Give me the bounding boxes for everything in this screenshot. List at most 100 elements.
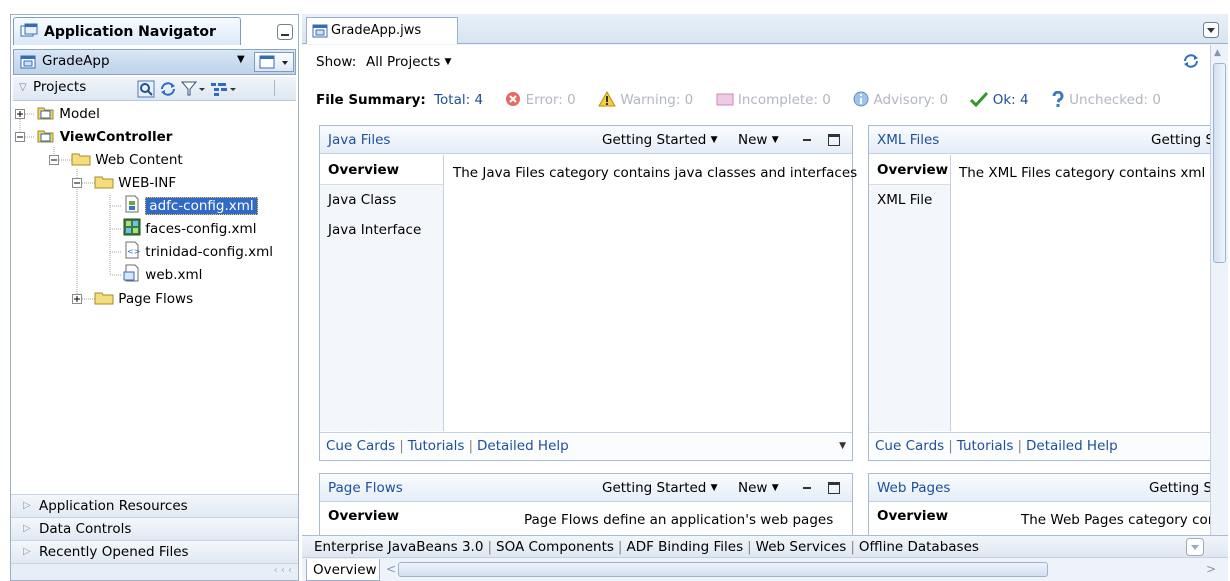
vertical-scrollbar[interactable]: ▲	[1210, 45, 1228, 535]
tree-item-adfc-config[interactable]: adfc-config.xml	[123, 195, 258, 217]
menu-label: New	[738, 132, 768, 148]
navigator-tab[interactable]: Application Navigator	[13, 17, 241, 45]
scroll-left-icon[interactable]: <	[386, 562, 396, 576]
tree-item-web-content[interactable]: Web Content	[71, 149, 183, 171]
tab-overview[interactable]: Overview	[306, 559, 380, 581]
minimize-icon[interactable]	[277, 24, 293, 40]
tutorials-link[interactable]: Tutorials	[957, 438, 1014, 454]
tabs-dropdown-icon[interactable]	[1186, 538, 1204, 556]
detailed-help-link[interactable]: Detailed Help	[1026, 438, 1118, 454]
new-menu[interactable]: New ▼	[738, 126, 779, 154]
summary-warning[interactable]: Warning: 0	[620, 92, 693, 108]
minimize-panel-icon[interactable]	[803, 487, 811, 489]
find-icon[interactable]	[137, 80, 155, 98]
cue-cards-link[interactable]: Cue Cards	[875, 438, 944, 454]
cue-cards-link[interactable]: Cue Cards	[326, 438, 395, 454]
horizontal-scroll-thumb[interactable]	[398, 562, 1048, 577]
application-menu-button[interactable]	[254, 52, 294, 72]
tree-label: adfc-config.xml	[145, 197, 258, 215]
navigator-header: Application Navigator	[11, 15, 298, 47]
collapse-projects-icon[interactable]: ▽	[19, 82, 27, 93]
panel-title: Page Flows	[328, 480, 403, 496]
getting-started-menu[interactable]: Getting S	[1151, 126, 1214, 154]
scroll-thumb[interactable]	[1213, 63, 1226, 263]
category-java-class[interactable]: Java Class	[320, 185, 443, 215]
tree-item-web-xml[interactable]: web.xml	[123, 264, 202, 286]
detailed-help-link[interactable]: Detailed Help	[477, 438, 569, 454]
category-tabs: Enterprise JavaBeans 3.0 | SOA Components |…	[302, 535, 1228, 557]
tree-item-page-flows[interactable]: Page Flows	[94, 288, 193, 310]
java-files-panel: Java Files Getting Started ▼ New ▼ Overv…	[319, 125, 857, 461]
ok-icon	[970, 91, 989, 108]
panel-title: Web Pages	[877, 480, 951, 496]
show-value: All Projects	[366, 54, 441, 70]
tree-item-faces-config[interactable]: faces-config.xml	[123, 218, 256, 240]
tutorials-link[interactable]: Tutorials	[408, 438, 465, 454]
tab-adf-binding-files[interactable]: ADF Binding Files	[626, 539, 743, 555]
refresh-icon[interactable]	[1182, 52, 1200, 70]
category-java-interface[interactable]: Java Interface	[320, 215, 443, 245]
summary-total[interactable]: Total: 4	[434, 92, 483, 108]
separator: |	[850, 539, 855, 555]
show-projects-dropdown[interactable]: All Projects ▼	[366, 54, 451, 70]
incomplete-icon	[716, 92, 734, 108]
toolbar-divider	[274, 80, 275, 96]
maximize-panel-icon[interactable]	[828, 482, 840, 494]
scroll-left-arrows[interactable]: ‹ ‹ ‹	[274, 565, 292, 576]
editor-area: GradeApp.jws Show: All Projects ▼ File S…	[302, 14, 1228, 581]
maximize-panel-icon[interactable]	[828, 134, 840, 146]
faces-config-icon	[123, 218, 141, 236]
category-overview[interactable]: Overview	[320, 155, 443, 185]
warning-icon	[598, 91, 616, 108]
tab-web-services[interactable]: Web Services	[756, 539, 847, 555]
new-menu[interactable]: New ▼	[738, 474, 779, 502]
tree-item-model[interactable]: Model	[37, 103, 100, 125]
tab-enterprise-javabeans[interactable]: Enterprise JavaBeans 3.0	[314, 539, 483, 555]
accordion-data-controls[interactable]: ▷ Data Controls	[11, 517, 298, 540]
project-icon	[37, 107, 54, 120]
accordion-application-resources[interactable]: ▷ Application Resources	[11, 494, 298, 517]
editor-bottom-bar: Overview < >	[302, 557, 1228, 581]
summary-ok[interactable]: Ok: 4	[993, 92, 1029, 108]
tab-soa-components[interactable]: SOA Components	[496, 539, 614, 555]
summary-error[interactable]: Error: 0	[526, 92, 576, 108]
getting-started-menu[interactable]: Getting Started ▼	[602, 126, 718, 154]
category-xml-file[interactable]: XML File	[869, 185, 950, 215]
application-selector[interactable]: GradeApp ▼	[13, 49, 296, 75]
navigator-display-options-icon[interactable]	[209, 80, 239, 98]
summary-incomplete[interactable]: Incomplete: 0	[738, 92, 831, 108]
tab-offline-databases[interactable]: Offline Databases	[859, 539, 979, 555]
category-overview[interactable]: Overview	[877, 508, 948, 524]
minimize-panel-icon[interactable]	[803, 139, 811, 141]
getting-started-menu[interactable]: Getting St	[1149, 474, 1217, 502]
filter-icon[interactable]	[181, 80, 207, 98]
chevron-down-icon[interactable]: ▼	[839, 433, 846, 459]
tree-item-web-inf[interactable]: WEB-INF	[94, 172, 176, 194]
web-pages-panel: Web Pages Getting St Overview The Web Pa…	[868, 473, 1228, 535]
category-overview[interactable]: Overview	[328, 508, 399, 524]
category-overview[interactable]: Overview	[869, 155, 950, 185]
summary-unchecked[interactable]: Unchecked: 0	[1069, 92, 1161, 108]
expand-icon: ▷	[23, 500, 31, 511]
chevron-down-icon: ▼	[771, 135, 779, 145]
folder-icon	[94, 292, 114, 305]
tab-list-icon[interactable]	[1203, 22, 1219, 38]
java-category-list: Overview Java Class Java Interface	[320, 155, 444, 431]
refresh-icon[interactable]	[159, 80, 177, 98]
application-dropdown-icon[interactable]: ▼	[237, 54, 245, 65]
xml-description: The XML Files category contains xml file	[959, 165, 1228, 181]
tab-gradeapp-jws[interactable]: GradeApp.jws	[306, 17, 458, 44]
tree-item-trinidad-config[interactable]: <> trinidad-config.xml	[123, 241, 273, 263]
navigator-scrollbar[interactable]: ‹ ‹ ‹	[11, 563, 298, 580]
chevron-down-icon: ▼	[444, 57, 452, 67]
tree-label: Web Content	[95, 152, 183, 168]
tree-item-viewcontroller[interactable]: ViewController	[37, 126, 172, 148]
accordion-label: Recently Opened Files	[39, 544, 189, 560]
getting-started-menu[interactable]: Getting Started ▼	[602, 474, 718, 502]
scroll-right-icon[interactable]: >	[1206, 562, 1216, 576]
scroll-up-icon[interactable]: ▲	[1214, 48, 1221, 58]
summary-advisory[interactable]: Advisory: 0	[874, 92, 949, 108]
workspace-icon	[312, 23, 328, 39]
panel-header: Java Files Getting Started ▼ New ▼	[320, 126, 852, 154]
accordion-recently-opened-files[interactable]: ▷ Recently Opened Files	[11, 540, 298, 563]
